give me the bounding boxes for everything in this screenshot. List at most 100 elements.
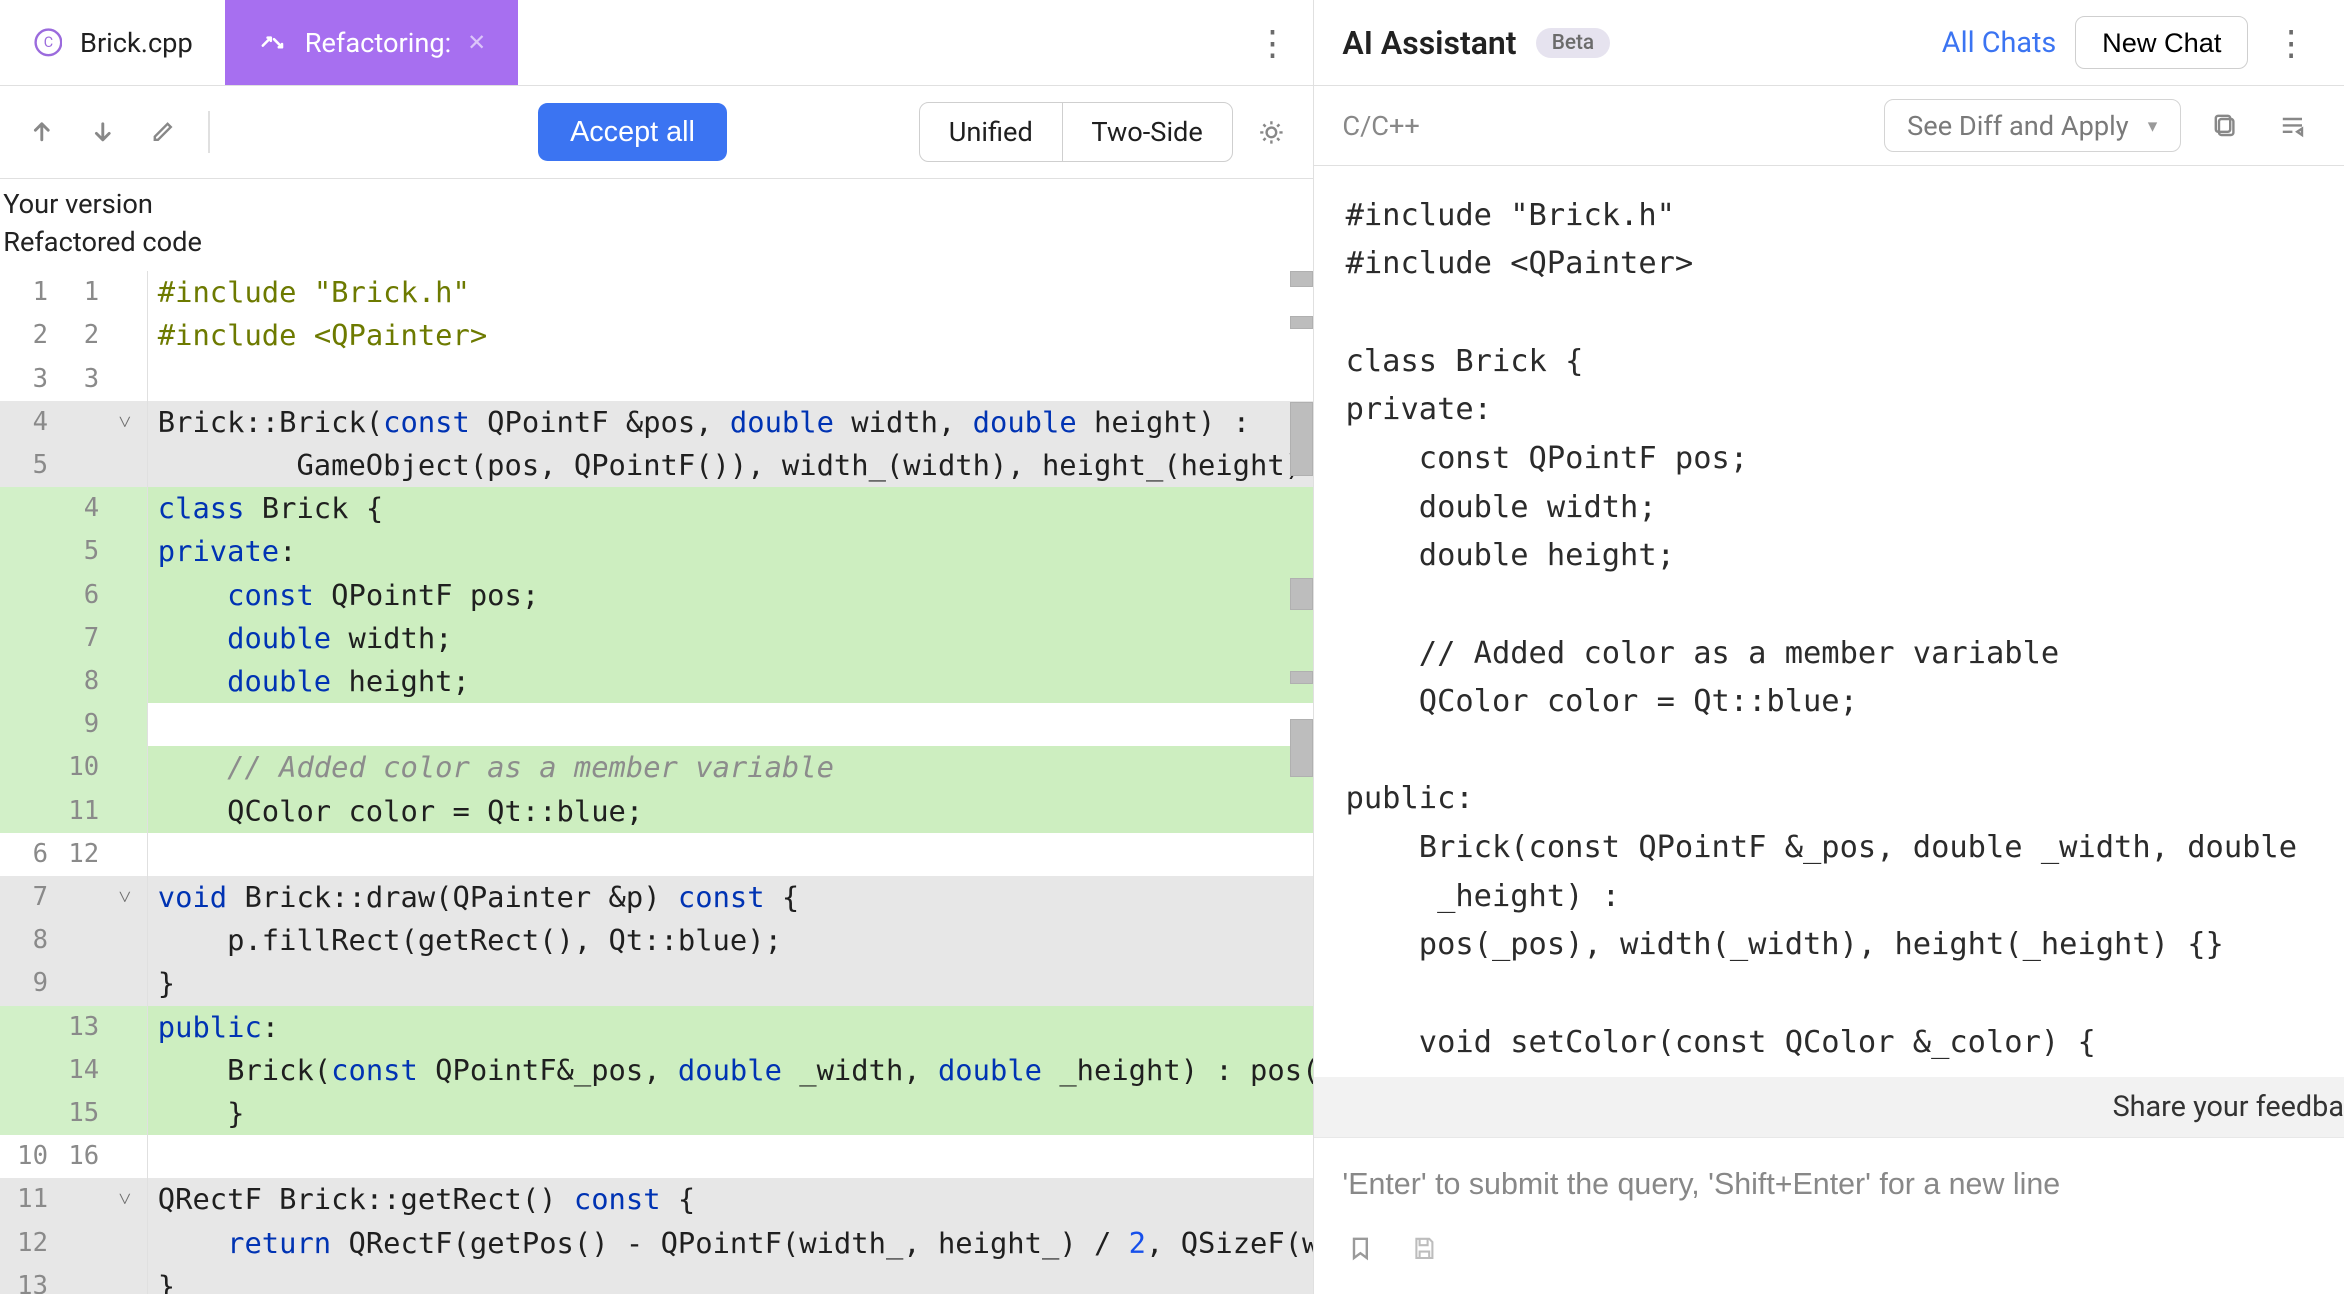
line-number-left bbox=[0, 617, 51, 660]
wrap-lines-icon[interactable] bbox=[2270, 103, 2315, 148]
accept-all-button[interactable]: Accept all bbox=[538, 103, 727, 162]
line-number-right: 7 bbox=[51, 617, 102, 660]
see-diff-apply-button[interactable]: See Diff and Apply ▾ bbox=[1884, 99, 2181, 152]
fold-icon bbox=[102, 487, 147, 530]
save-icon[interactable] bbox=[1406, 1230, 1441, 1265]
code-line[interactable]: 5 GameObject(pos, QPointF()), width_(wid… bbox=[0, 444, 1313, 487]
tab-refactoring[interactable]: Refactoring: ✕ bbox=[225, 0, 518, 85]
fold-icon bbox=[102, 314, 147, 357]
code-line[interactable]: 33 bbox=[0, 358, 1313, 401]
ai-response-body[interactable]: #include "Brick.h" #include <QPainter> c… bbox=[1314, 166, 2344, 1077]
code-line[interactable]: 14 Brick(const QPointF&_pos, double _wid… bbox=[0, 1049, 1313, 1092]
line-number-right bbox=[51, 962, 102, 1005]
bookmark-icon[interactable] bbox=[1342, 1230, 1377, 1265]
line-number-right bbox=[51, 401, 102, 444]
code-text: QColor color = Qt::blue; bbox=[148, 790, 1312, 833]
your-version-label: Your version bbox=[3, 185, 1312, 223]
line-number-left bbox=[0, 1092, 51, 1135]
version-labels: Your version Refactored code bbox=[0, 179, 1313, 271]
edit-icon[interactable] bbox=[141, 110, 186, 155]
code-line[interactable]: 7 double width; bbox=[0, 617, 1313, 660]
fold-icon bbox=[102, 358, 147, 401]
code-text: #include "Brick.h" bbox=[148, 271, 1312, 314]
ai-menu-icon[interactable]: ⋮ bbox=[2267, 22, 2315, 64]
fold-icon bbox=[102, 444, 147, 487]
separator bbox=[208, 111, 210, 153]
fold-icon[interactable]: ˅ bbox=[102, 876, 147, 919]
code-text: QRectF Brick::getRect() const { bbox=[148, 1178, 1312, 1221]
line-number-left: 5 bbox=[0, 444, 51, 487]
line-number-left: 4 bbox=[0, 401, 51, 444]
line-number-right bbox=[51, 919, 102, 962]
line-number-left bbox=[0, 574, 51, 617]
code-line[interactable]: 13} bbox=[0, 1265, 1313, 1294]
fold-icon[interactable]: ˅ bbox=[102, 1178, 147, 1221]
code-line[interactable]: 5private: bbox=[0, 530, 1313, 573]
code-line[interactable]: 612 bbox=[0, 833, 1313, 876]
view-mode-segment[interactable]: Unified Two-Side bbox=[919, 102, 1233, 162]
code-line[interactable]: 7˅void Brick::draw(QPainter &p) const { bbox=[0, 876, 1313, 919]
code-line[interactable]: 22#include <QPainter> bbox=[0, 314, 1313, 357]
code-line[interactable]: 8 double height; bbox=[0, 660, 1313, 703]
new-chat-button[interactable]: New Chat bbox=[2075, 16, 2248, 69]
fold-icon bbox=[102, 660, 147, 703]
ai-title: AI Assistant bbox=[1342, 24, 1516, 62]
line-number-right: 14 bbox=[51, 1049, 102, 1092]
language-label: C/C++ bbox=[1342, 110, 1419, 142]
code-text: Brick(const QPointF&_pos, double _width,… bbox=[148, 1049, 1312, 1092]
line-number-left: 2 bbox=[0, 314, 51, 357]
copy-icon[interactable] bbox=[2203, 103, 2248, 148]
refactored-code-label: Refactored code bbox=[3, 223, 1312, 261]
prev-change-icon[interactable] bbox=[19, 110, 64, 155]
line-number-left: 9 bbox=[0, 962, 51, 1005]
marker-strip[interactable] bbox=[1290, 271, 1312, 1294]
diff-editor[interactable]: 11#include "Brick.h"22#include <QPainter… bbox=[0, 271, 1313, 1294]
code-line[interactable]: 15 } bbox=[0, 1092, 1313, 1135]
beta-badge: Beta bbox=[1536, 28, 1610, 58]
chat-input[interactable] bbox=[1342, 1167, 2315, 1202]
svg-text:C: C bbox=[43, 34, 52, 51]
line-number-right bbox=[51, 1222, 102, 1265]
view-mode-two-side[interactable]: Two-Side bbox=[1063, 103, 1232, 161]
chat-input-area bbox=[1314, 1137, 2344, 1294]
code-line[interactable]: 11#include "Brick.h" bbox=[0, 271, 1313, 314]
tab-overflow-menu[interactable]: ⋮ bbox=[1233, 0, 1313, 85]
chat-input-icons bbox=[1342, 1230, 2315, 1265]
fold-icon bbox=[102, 574, 147, 617]
code-line[interactable]: 6 const QPointF pos; bbox=[0, 574, 1313, 617]
code-line[interactable]: 12 return QRectF(getPos() - QPointF(widt… bbox=[0, 1222, 1313, 1265]
line-number-left: 13 bbox=[0, 1265, 51, 1294]
code-line[interactable]: 10 // Added color as a member variable bbox=[0, 746, 1313, 789]
line-number-left: 3 bbox=[0, 358, 51, 401]
fold-icon bbox=[102, 962, 147, 1005]
code-line[interactable]: 13public: bbox=[0, 1006, 1313, 1049]
code-line[interactable]: 8 p.fillRect(getRect(), Qt::blue); bbox=[0, 919, 1313, 962]
line-number-left bbox=[0, 487, 51, 530]
code-line[interactable]: 11 QColor color = Qt::blue; bbox=[0, 790, 1313, 833]
line-number-left: 10 bbox=[0, 1135, 51, 1178]
tab-brick-cpp[interactable]: C Brick.cpp bbox=[0, 0, 225, 85]
view-mode-unified[interactable]: Unified bbox=[920, 103, 1063, 161]
all-chats-link[interactable]: All Chats bbox=[1942, 26, 2057, 60]
gear-icon[interactable] bbox=[1249, 110, 1294, 155]
code-line[interactable]: 11˅QRectF Brick::getRect() const { bbox=[0, 1178, 1313, 1221]
close-icon[interactable]: ✕ bbox=[467, 30, 486, 56]
line-number-right bbox=[51, 444, 102, 487]
code-line[interactable]: 4class Brick { bbox=[0, 487, 1313, 530]
line-number-right bbox=[51, 1178, 102, 1221]
feedback-link[interactable]: Share your feedba bbox=[1314, 1077, 2344, 1137]
code-line[interactable]: 4˅Brick::Brick(const QPointF &pos, doubl… bbox=[0, 401, 1313, 444]
next-change-icon[interactable] bbox=[80, 110, 125, 155]
fold-icon[interactable]: ˅ bbox=[102, 401, 147, 444]
code-line[interactable]: 9} bbox=[0, 962, 1313, 1005]
line-number-left: 7 bbox=[0, 876, 51, 919]
code-line[interactable]: 1016 bbox=[0, 1135, 1313, 1178]
line-number-left: 12 bbox=[0, 1222, 51, 1265]
tab-label: Brick.cpp bbox=[80, 27, 193, 59]
line-number-left: 8 bbox=[0, 919, 51, 962]
line-number-right: 4 bbox=[51, 487, 102, 530]
code-text: return QRectF(getPos() - QPointF(width_,… bbox=[148, 1222, 1312, 1265]
chevron-down-icon[interactable]: ▾ bbox=[2148, 114, 2158, 137]
fold-icon bbox=[102, 1265, 147, 1294]
code-line[interactable]: 9 bbox=[0, 703, 1313, 746]
